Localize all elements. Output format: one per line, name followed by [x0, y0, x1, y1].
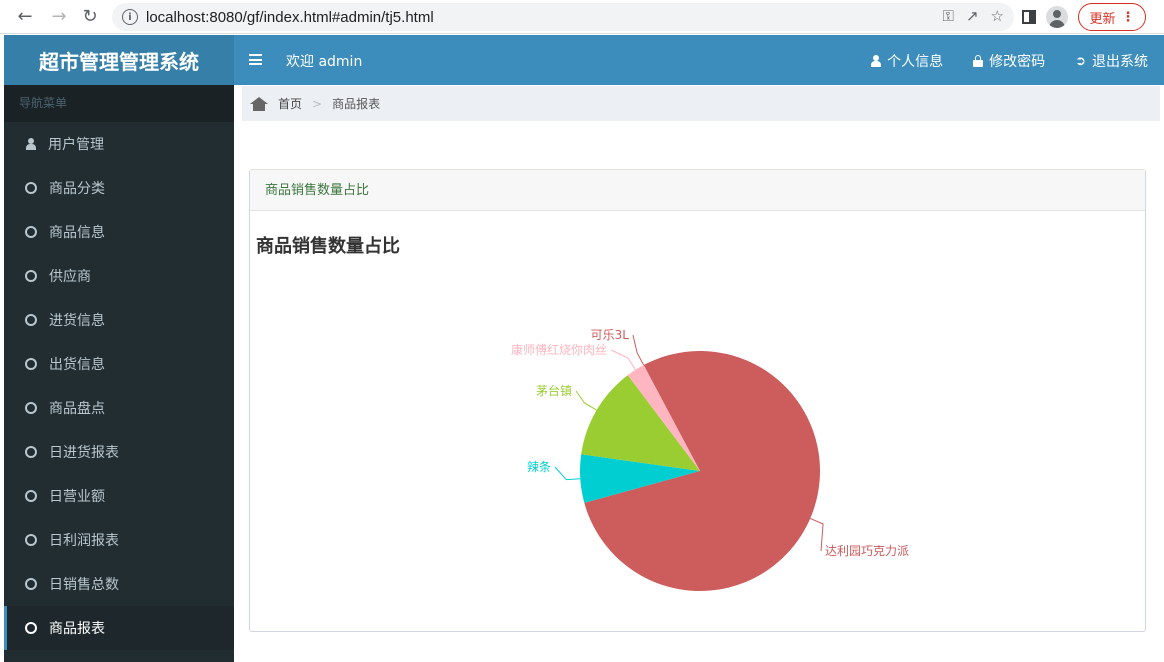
sidebar-item-label: 供应商 — [49, 269, 91, 285]
breadcrumb: 首页 > 商品报表 — [242, 86, 1160, 121]
sign-out-icon: ➲ — [1075, 53, 1086, 69]
sidebar-item-user-management[interactable]: 用户管理 — [4, 122, 234, 166]
reload-icon[interactable]: ↻ — [76, 2, 104, 30]
sidebar: 导航菜单 用户管理 商品分类 商品信息 供应商 进货信息 出货信息 商品盘点 日… — [4, 85, 234, 662]
more-icon: ⋮ — [1121, 9, 1135, 25]
sidebar-item-label: 日销售总数 — [49, 577, 119, 593]
app-header: 超市管理管理系统 欢迎 admin 个人信息 修改密码 ➲ 退出系统 — [4, 35, 1164, 85]
profile-link[interactable]: 个人信息 — [871, 51, 943, 71]
sidebar-item-product-report[interactable]: 商品报表 — [4, 606, 234, 650]
breadcrumb-home-link[interactable]: 首页 — [278, 95, 302, 112]
share-icon[interactable]: ↗ — [966, 7, 979, 25]
key-icon[interactable]: ⚿ — [943, 7, 954, 25]
url-text: localhost:8080/gf/index.html#admin/tj5.h… — [146, 8, 434, 26]
pie-leader-line — [575, 390, 597, 411]
side-panel-icon[interactable] — [1022, 10, 1036, 24]
pie-slice-label: 康师傅红烧你肉丝 — [511, 342, 607, 357]
change-password-link[interactable]: 修改密码 — [973, 51, 1045, 71]
circle-icon — [25, 358, 37, 370]
sidebar-item-products[interactable]: 商品信息 — [4, 210, 234, 254]
sidebar-item-purchases[interactable]: 进货信息 — [4, 298, 234, 342]
welcome-text: 欢迎 admin — [286, 54, 363, 70]
breadcrumb-current: 商品报表 — [332, 97, 381, 111]
profile-label: 个人信息 — [887, 54, 944, 70]
home-icon[interactable] — [250, 96, 268, 111]
logout-link[interactable]: ➲ 退出系统 — [1075, 51, 1148, 71]
pie-slice-label: 茅台镇 — [536, 383, 572, 398]
sidebar-item-daily-purchase-report[interactable]: 日进货报表 — [4, 430, 234, 474]
user-icon — [871, 55, 882, 67]
circle-icon — [25, 226, 37, 238]
circle-icon — [25, 446, 37, 458]
pie-leader-line — [632, 334, 645, 366]
pie-chart: 达利园巧克力派 辣条 茅台镇 康师傅红烧你肉丝可乐3L — [511, 328, 909, 591]
circle-icon — [25, 270, 37, 282]
update-label: 更新 — [1089, 11, 1116, 27]
sidebar-item-suppliers[interactable]: 供应商 — [4, 254, 234, 298]
sidebar-item-daily-sales-total[interactable]: 日销售总数 — [4, 562, 234, 606]
circle-icon — [25, 402, 37, 414]
sidebar-item-label: 商品分类 — [49, 181, 105, 197]
profile-avatar-icon[interactable] — [1046, 6, 1068, 28]
update-button[interactable]: 更新 ⋮ — [1078, 3, 1146, 31]
pie-slice-label: 可乐3L — [591, 328, 630, 342]
pie-leader-line — [610, 349, 636, 371]
sidebar-item-daily-revenue[interactable]: 日营业额 — [4, 474, 234, 518]
sidebar-item-inventory[interactable]: 商品盘点 — [4, 386, 234, 430]
browser-toolbar: ← → ↻ i localhost:8080/gf/index.html#adm… — [0, 0, 1164, 34]
back-icon[interactable]: ← — [11, 2, 39, 30]
sidebar-item-label: 出货信息 — [49, 357, 105, 373]
sidebar-item-label: 进货信息 — [49, 313, 105, 329]
circle-icon — [25, 314, 37, 326]
circle-icon — [25, 578, 37, 590]
forward-icon[interactable]: → — [45, 2, 73, 30]
circle-icon — [25, 490, 37, 502]
circle-icon — [25, 534, 37, 546]
sidebar-item-label: 商品信息 — [49, 225, 105, 241]
circle-icon — [25, 182, 37, 194]
lock-icon — [973, 55, 984, 67]
sidebar-item-label: 商品盘点 — [49, 401, 105, 417]
sidebar-item-label: 商品报表 — [49, 621, 105, 637]
sidebar-item-categories[interactable]: 商品分类 — [4, 166, 234, 210]
pie-slice-label: 辣条 — [527, 460, 551, 474]
site-info-icon[interactable]: i — [122, 9, 138, 25]
password-label: 修改密码 — [989, 54, 1046, 70]
app-title[interactable]: 超市管理管理系统 — [4, 35, 234, 85]
pie-slice-label: 达利园巧克力派 — [825, 544, 909, 558]
sidebar-section-label: 导航菜单 — [4, 85, 234, 122]
chart-panel: 商品销售数量占比 商品销售数量占比 达利园巧克力派 辣条 茅台镇 康师傅红烧你肉丝 可乐… — [249, 169, 1146, 632]
sidebar-item-daily-profit-report[interactable]: 日利润报表 — [4, 518, 234, 562]
pie-leader-line — [554, 466, 581, 481]
sidebar-item-label: 日营业额 — [49, 489, 105, 505]
pie-leader-line — [810, 518, 824, 552]
logout-label: 退出系统 — [1092, 54, 1148, 70]
address-bar[interactable]: i localhost:8080/gf/index.html#admin/tj5… — [112, 3, 1014, 31]
panel-heading: 商品销售数量占比 — [250, 170, 1145, 211]
sidebar-item-label: 日利润报表 — [49, 533, 119, 549]
user-icon — [26, 138, 36, 150]
breadcrumb-separator: > — [312, 96, 323, 111]
circle-icon — [25, 622, 37, 634]
sidebar-item-label: 日进货报表 — [49, 445, 119, 461]
sidebar-item-shipments[interactable]: 出货信息 — [4, 342, 234, 386]
sidebar-item-label: 用户管理 — [48, 137, 104, 153]
star-icon[interactable]: ☆ — [991, 7, 1004, 25]
menu-toggle-icon[interactable] — [249, 54, 262, 65]
